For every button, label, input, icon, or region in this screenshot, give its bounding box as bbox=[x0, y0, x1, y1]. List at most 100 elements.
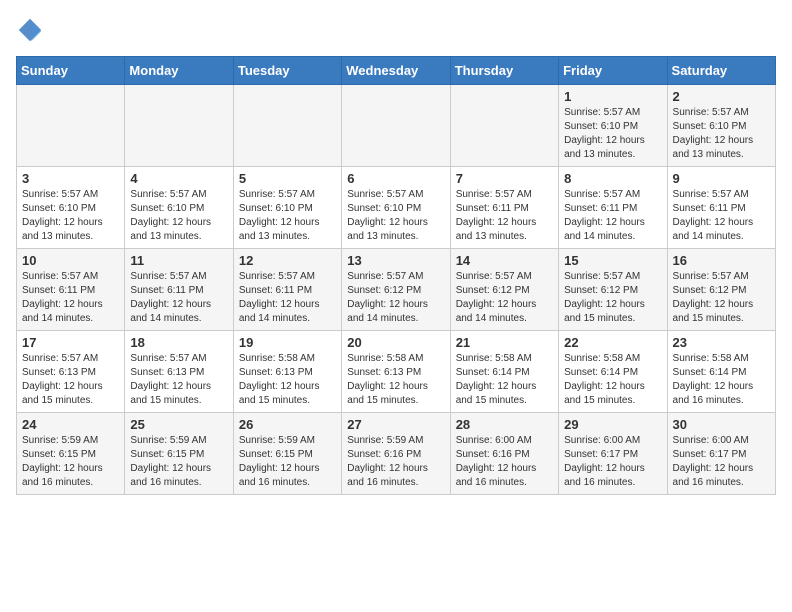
calendar-day-cell: 3Sunrise: 5:57 AM Sunset: 6:10 PM Daylig… bbox=[17, 167, 125, 249]
calendar-day-cell: 5 Sunrise: 5:57 AM Sunset: 6:10 PM Daylig… bbox=[233, 167, 341, 249]
calendar-day-cell: 19 Sunrise: 5:58 AM Sunset: 6:13 PM Dayli… bbox=[233, 331, 341, 413]
day-number: 16 bbox=[673, 253, 770, 268]
calendar-day-cell: 8 Sunrise: 5:57 AM Sunset: 6:11 PM Daylig… bbox=[559, 167, 667, 249]
day-number: 29 bbox=[564, 417, 661, 432]
day-number: 26 bbox=[239, 417, 336, 432]
day-number: 4 bbox=[130, 171, 227, 186]
day-info: Sunrise: 5:58 AM Sunset: 6:14 PM Dayligh… bbox=[456, 352, 553, 408]
calendar-day-cell: 26 Sunrise: 5:59 AM Sunset: 6:15 PM Dayli… bbox=[233, 413, 341, 495]
day-info: Sunrise: 5:57 AM Sunset: 6:10 PM Dayligh… bbox=[673, 106, 770, 162]
day-info: Sunrise: 5:58 AM Sunset: 6:13 PM Dayligh… bbox=[347, 352, 444, 408]
calendar-day-cell: 14 Sunrise: 5:57 AM Sunset: 6:12 PM Dayli… bbox=[450, 249, 558, 331]
weekday-header: Friday bbox=[559, 57, 667, 85]
day-number: 14 bbox=[456, 253, 553, 268]
day-number: 15 bbox=[564, 253, 661, 268]
calendar-header-row: SundayMondayTuesdayWednesdayThursdayFrid… bbox=[17, 57, 776, 85]
calendar-week-row: 1 Sunrise: 5:57 AM Sunset: 6:10 PM Daylig… bbox=[17, 85, 776, 167]
calendar-day-cell: 24 Sunrise: 5:59 AM Sunset: 6:15 PM Dayli… bbox=[17, 413, 125, 495]
day-number: 19 bbox=[239, 335, 336, 350]
day-info: Sunrise: 5:57 AM Sunset: 6:12 PM Dayligh… bbox=[564, 270, 661, 326]
day-number: 11 bbox=[130, 253, 227, 268]
calendar-day-cell: 25 Sunrise: 5:59 AM Sunset: 6:15 PM Dayli… bbox=[125, 413, 233, 495]
day-info: Sunrise: 5:57 AM Sunset: 6:11 PM Dayligh… bbox=[22, 270, 119, 326]
day-number: 7 bbox=[456, 171, 553, 186]
day-info: Sunrise: 6:00 AM Sunset: 6:16 PM Dayligh… bbox=[456, 434, 553, 490]
day-info: Sunrise: 6:00 AM Sunset: 6:17 PM Dayligh… bbox=[673, 434, 770, 490]
calendar-day-cell: 15 Sunrise: 5:57 AM Sunset: 6:12 PM Dayli… bbox=[559, 249, 667, 331]
calendar-day-cell: 21 Sunrise: 5:58 AM Sunset: 6:14 PM Dayli… bbox=[450, 331, 558, 413]
calendar-week-row: 17 Sunrise: 5:57 AM Sunset: 6:13 PM Dayli… bbox=[17, 331, 776, 413]
day-number: 22 bbox=[564, 335, 661, 350]
day-number: 8 bbox=[564, 171, 661, 186]
day-number: 13 bbox=[347, 253, 444, 268]
calendar-day-cell: 16 Sunrise: 5:57 AM Sunset: 6:12 PM Dayli… bbox=[667, 249, 775, 331]
day-info: Sunrise: 5:57 AM Sunset: 6:12 PM Dayligh… bbox=[347, 270, 444, 326]
day-number: 18 bbox=[130, 335, 227, 350]
calendar-day-cell: 12 Sunrise: 5:57 AM Sunset: 6:11 PM Dayli… bbox=[233, 249, 341, 331]
calendar-day-cell: 1Sunrise: 5:57 AM Sunset: 6:10 PM Daylig… bbox=[559, 85, 667, 167]
day-info: Sunrise: 5:58 AM Sunset: 6:14 PM Dayligh… bbox=[564, 352, 661, 408]
calendar-day-cell: 22 Sunrise: 5:58 AM Sunset: 6:14 PM Dayli… bbox=[559, 331, 667, 413]
logo-icon bbox=[16, 16, 44, 44]
day-info: Sunrise: 5:59 AM Sunset: 6:15 PM Dayligh… bbox=[22, 434, 119, 490]
calendar-day-cell: 29 Sunrise: 6:00 AM Sunset: 6:17 PM Dayli… bbox=[559, 413, 667, 495]
day-info: Sunrise: 5:57 AM Sunset: 6:11 PM Dayligh… bbox=[239, 270, 336, 326]
day-info: Sunrise: 5:58 AM Sunset: 6:13 PM Dayligh… bbox=[239, 352, 336, 408]
day-info: Sunrise: 5:57 AM Sunset: 6:13 PM Dayligh… bbox=[130, 352, 227, 408]
calendar-day-cell: 6 Sunrise: 5:57 AM Sunset: 6:10 PM Daylig… bbox=[342, 167, 450, 249]
weekday-header: Monday bbox=[125, 57, 233, 85]
day-number: 28 bbox=[456, 417, 553, 432]
calendar-table: SundayMondayTuesdayWednesdayThursdayFrid… bbox=[16, 56, 776, 495]
day-number: 24 bbox=[22, 417, 119, 432]
day-info: Sunrise: 5:57 AM Sunset: 6:10 PM Dayligh… bbox=[239, 188, 336, 244]
day-number: 9 bbox=[673, 171, 770, 186]
day-info: Sunrise: 5:59 AM Sunset: 6:15 PM Dayligh… bbox=[130, 434, 227, 490]
calendar-day-cell: 23Sunrise: 5:58 AM Sunset: 6:14 PM Dayli… bbox=[667, 331, 775, 413]
page-header bbox=[16, 16, 776, 44]
calendar-day-cell: 10 Sunrise: 5:57 AM Sunset: 6:11 PM Dayli… bbox=[17, 249, 125, 331]
day-info: Sunrise: 5:57 AM Sunset: 6:10 PM Dayligh… bbox=[347, 188, 444, 244]
calendar-day-cell: 27 Sunrise: 5:59 AM Sunset: 6:16 PM Dayli… bbox=[342, 413, 450, 495]
calendar-day-cell bbox=[233, 85, 341, 167]
calendar-day-cell: 9 Sunrise: 5:57 AM Sunset: 6:11 PM Daylig… bbox=[667, 167, 775, 249]
calendar-day-cell: 7 Sunrise: 5:57 AM Sunset: 6:11 PM Daylig… bbox=[450, 167, 558, 249]
calendar-day-cell bbox=[342, 85, 450, 167]
weekday-header: Saturday bbox=[667, 57, 775, 85]
calendar-week-row: 24 Sunrise: 5:59 AM Sunset: 6:15 PM Dayli… bbox=[17, 413, 776, 495]
calendar-day-cell: 18 Sunrise: 5:57 AM Sunset: 6:13 PM Dayli… bbox=[125, 331, 233, 413]
day-info: Sunrise: 5:57 AM Sunset: 6:10 PM Dayligh… bbox=[22, 188, 119, 244]
day-info: Sunrise: 5:57 AM Sunset: 6:11 PM Dayligh… bbox=[456, 188, 553, 244]
day-info: Sunrise: 5:57 AM Sunset: 6:10 PM Dayligh… bbox=[130, 188, 227, 244]
day-number: 20 bbox=[347, 335, 444, 350]
day-number: 12 bbox=[239, 253, 336, 268]
calendar-day-cell: 20 Sunrise: 5:58 AM Sunset: 6:13 PM Dayli… bbox=[342, 331, 450, 413]
day-number: 25 bbox=[130, 417, 227, 432]
day-info: Sunrise: 5:59 AM Sunset: 6:15 PM Dayligh… bbox=[239, 434, 336, 490]
day-number: 21 bbox=[456, 335, 553, 350]
day-info: Sunrise: 5:57 AM Sunset: 6:12 PM Dayligh… bbox=[673, 270, 770, 326]
day-number: 27 bbox=[347, 417, 444, 432]
weekday-header: Wednesday bbox=[342, 57, 450, 85]
day-number: 6 bbox=[347, 171, 444, 186]
calendar-day-cell bbox=[450, 85, 558, 167]
calendar-day-cell: 2 Sunrise: 5:57 AM Sunset: 6:10 PM Daylig… bbox=[667, 85, 775, 167]
day-number: 23 bbox=[673, 335, 770, 350]
day-number: 17 bbox=[22, 335, 119, 350]
day-info: Sunrise: 5:59 AM Sunset: 6:16 PM Dayligh… bbox=[347, 434, 444, 490]
day-number: 10 bbox=[22, 253, 119, 268]
calendar-day-cell: 4 Sunrise: 5:57 AM Sunset: 6:10 PM Daylig… bbox=[125, 167, 233, 249]
day-info: Sunrise: 5:57 AM Sunset: 6:11 PM Dayligh… bbox=[564, 188, 661, 244]
day-number: 2 bbox=[673, 89, 770, 104]
day-info: Sunrise: 6:00 AM Sunset: 6:17 PM Dayligh… bbox=[564, 434, 661, 490]
calendar-day-cell: 17Sunrise: 5:57 AM Sunset: 6:13 PM Dayli… bbox=[17, 331, 125, 413]
weekday-header: Tuesday bbox=[233, 57, 341, 85]
calendar-day-cell: 13 Sunrise: 5:57 AM Sunset: 6:12 PM Dayli… bbox=[342, 249, 450, 331]
day-info: Sunrise: 5:57 AM Sunset: 6:12 PM Dayligh… bbox=[456, 270, 553, 326]
day-number: 1 bbox=[564, 89, 661, 104]
day-info: Sunrise: 5:57 AM Sunset: 6:11 PM Dayligh… bbox=[673, 188, 770, 244]
logo bbox=[16, 16, 48, 44]
calendar-day-cell: 30Sunrise: 6:00 AM Sunset: 6:17 PM Dayli… bbox=[667, 413, 775, 495]
weekday-header: Thursday bbox=[450, 57, 558, 85]
day-number: 5 bbox=[239, 171, 336, 186]
calendar-day-cell: 11Sunrise: 5:57 AM Sunset: 6:11 PM Dayli… bbox=[125, 249, 233, 331]
